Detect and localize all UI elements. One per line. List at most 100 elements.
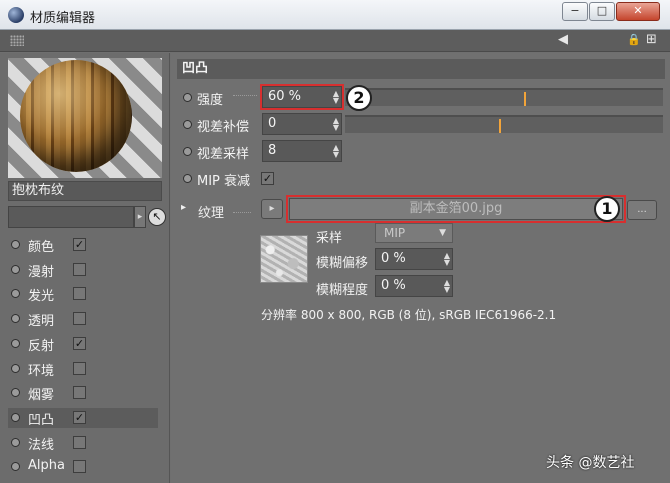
- grip-icon[interactable]: [10, 35, 24, 46]
- section-title: 凹凸: [177, 59, 665, 79]
- left-panel: 抱枕布纹 ▸ ↖ 颜色 ✓ 漫射发光透明反射 ✓ 环境烟雾凹凸 ✓ 法线 Alpha: [0, 53, 170, 483]
- channel-radio[interactable]: [11, 240, 20, 249]
- back-arrow-icon[interactable]: ◀: [558, 32, 568, 47]
- texture-browse-button[interactable]: ...: [627, 200, 657, 220]
- strength-radio[interactable]: [183, 93, 192, 102]
- mip-falloff-radio[interactable]: [183, 174, 192, 183]
- texture-label: 纹理: [198, 206, 225, 221]
- parallax-samples-value: 8: [268, 143, 277, 158]
- strength-label: 强度: [197, 93, 224, 108]
- channel-row[interactable]: 烟雾: [8, 383, 158, 403]
- channel-label: 凹凸: [28, 412, 55, 428]
- channel-row[interactable]: 漫射: [8, 260, 158, 280]
- parallax-samples-label: 视差采样: [197, 147, 250, 162]
- channel-radio[interactable]: [11, 462, 20, 472]
- material-preview[interactable]: [8, 58, 162, 178]
- channel-label: 烟雾: [28, 388, 55, 404]
- channel-row[interactable]: 法线: [8, 433, 158, 453]
- texture-resolution-info: 分辨率 800 x 800, RGB (8 位), sRGB IEC61966-…: [261, 308, 557, 322]
- channel-row[interactable]: 发光: [8, 284, 158, 304]
- new-panel-icon[interactable]: ⊞: [646, 32, 657, 47]
- channel-checkbox[interactable]: ✓: [73, 336, 86, 350]
- parallax-offset-input[interactable]: 0 ▲ ▼: [262, 113, 342, 135]
- highlight-box-texture: [286, 195, 626, 223]
- channel-checkbox[interactable]: ✓: [73, 238, 86, 251]
- dropdown-arrow-icon[interactable]: ▸: [134, 206, 146, 228]
- material-name-field[interactable]: 抱枕布纹: [8, 181, 162, 201]
- channel-row[interactable]: 环境: [8, 359, 158, 379]
- channel-checkbox[interactable]: [73, 460, 86, 474]
- strength-slider-thumb[interactable]: [523, 92, 526, 106]
- parallax-samples-row: 视差采样 8 ▲ ▼: [177, 140, 665, 164]
- highlight-box-strength: [260, 84, 344, 110]
- pick-pointer-button[interactable]: ↖: [148, 208, 166, 226]
- channel-label: 法线: [28, 437, 55, 453]
- spinner-icon[interactable]: ▲ ▼: [444, 279, 450, 294]
- minimize-button[interactable]: −: [562, 2, 588, 21]
- toolbar: ◀ 🔒 ⊞: [0, 30, 670, 52]
- channel-label: 透明: [28, 314, 55, 330]
- close-button[interactable]: ✕: [616, 2, 660, 21]
- parallax-offset-row: 视差补偿 0 ▲ ▼: [177, 113, 665, 137]
- parallax-offset-radio[interactable]: [183, 120, 192, 129]
- blur-offset-input[interactable]: 0 % ▲ ▼: [375, 248, 453, 270]
- channel-checkbox[interactable]: [73, 386, 86, 400]
- parallax-samples-radio[interactable]: [183, 147, 192, 156]
- channel-radio[interactable]: [11, 363, 20, 373]
- window-title: 材质编辑器: [30, 11, 96, 26]
- attributes-panel: 凹凸 强度 60 % ▲ ▼ 视差补偿 0 ▲ ▼ 视差采样 8 ▲ ▼ MIP…: [171, 53, 670, 483]
- callout-badge-1: 1: [594, 196, 620, 222]
- chevron-down-icon: ▼: [439, 228, 446, 238]
- sampling-select[interactable]: MIP ▼: [375, 223, 453, 243]
- channel-radio[interactable]: [11, 412, 20, 422]
- sampling-label: 采样: [316, 231, 343, 246]
- mip-falloff-checkbox[interactable]: ✓: [261, 172, 274, 185]
- blur-offset-label: 模糊偏移: [316, 256, 369, 271]
- title-bar: 材质编辑器 − □ ✕: [0, 0, 670, 30]
- channel-checkbox[interactable]: [73, 262, 86, 276]
- channel-radio[interactable]: [11, 388, 20, 398]
- maximize-button[interactable]: □: [589, 2, 615, 21]
- channel-label: 漫射: [28, 264, 55, 280]
- channel-radio[interactable]: [11, 289, 20, 299]
- channel-label: 颜色: [28, 240, 55, 255]
- dotted-leader: [233, 95, 257, 96]
- spinner-icon[interactable]: ▲ ▼: [444, 252, 450, 267]
- channel-checkbox[interactable]: [73, 435, 86, 449]
- channel-row[interactable]: 颜色 ✓: [8, 235, 158, 255]
- channel-row[interactable]: 透明: [8, 309, 158, 329]
- material-dropdown[interactable]: [8, 206, 134, 228]
- channel-row[interactable]: 凹凸 ✓: [8, 407, 158, 428]
- parallax-offset-slider-thumb[interactable]: [499, 119, 501, 133]
- channel-row[interactable]: 反射 ✓: [8, 334, 158, 354]
- material-sphere: [20, 60, 132, 172]
- sampling-value: MIP: [384, 226, 406, 240]
- channel-radio[interactable]: [11, 338, 20, 348]
- lock-icon[interactable]: 🔒: [627, 33, 641, 46]
- blur-offset-value: 0 %: [381, 251, 406, 266]
- strength-row: 强度 60 % ▲ ▼: [177, 86, 665, 110]
- blur-scale-input[interactable]: 0 % ▲ ▼: [375, 275, 453, 297]
- blur-scale-label: 模糊程度: [316, 283, 369, 298]
- blur-scale-value: 0 %: [381, 278, 406, 293]
- channel-radio[interactable]: [11, 264, 20, 274]
- spinner-icon[interactable]: ▲ ▼: [333, 117, 339, 132]
- channel-checkbox[interactable]: [73, 361, 86, 375]
- channel-checkbox[interactable]: ✓: [73, 410, 86, 424]
- channel-label: 发光: [28, 289, 55, 305]
- callout-badge-2: 2: [346, 85, 372, 111]
- channel-radio[interactable]: [11, 437, 20, 447]
- channel-radio[interactable]: [11, 314, 20, 324]
- expand-arrow-icon[interactable]: ▸: [181, 202, 186, 213]
- parallax-samples-input[interactable]: 8 ▲ ▼: [262, 140, 342, 162]
- texture-menu-button[interactable]: ▸: [261, 199, 283, 219]
- parallax-offset-slider[interactable]: [345, 115, 663, 133]
- channel-row[interactable]: Alpha: [8, 457, 158, 477]
- channel-label: 环境: [28, 363, 55, 379]
- parallax-offset-label: 视差补偿: [197, 120, 250, 135]
- channel-checkbox[interactable]: [73, 287, 86, 301]
- spinner-icon[interactable]: ▲ ▼: [333, 144, 339, 159]
- channel-label: 反射: [28, 338, 55, 354]
- strength-slider[interactable]: [345, 88, 663, 106]
- channel-checkbox[interactable]: [73, 312, 86, 326]
